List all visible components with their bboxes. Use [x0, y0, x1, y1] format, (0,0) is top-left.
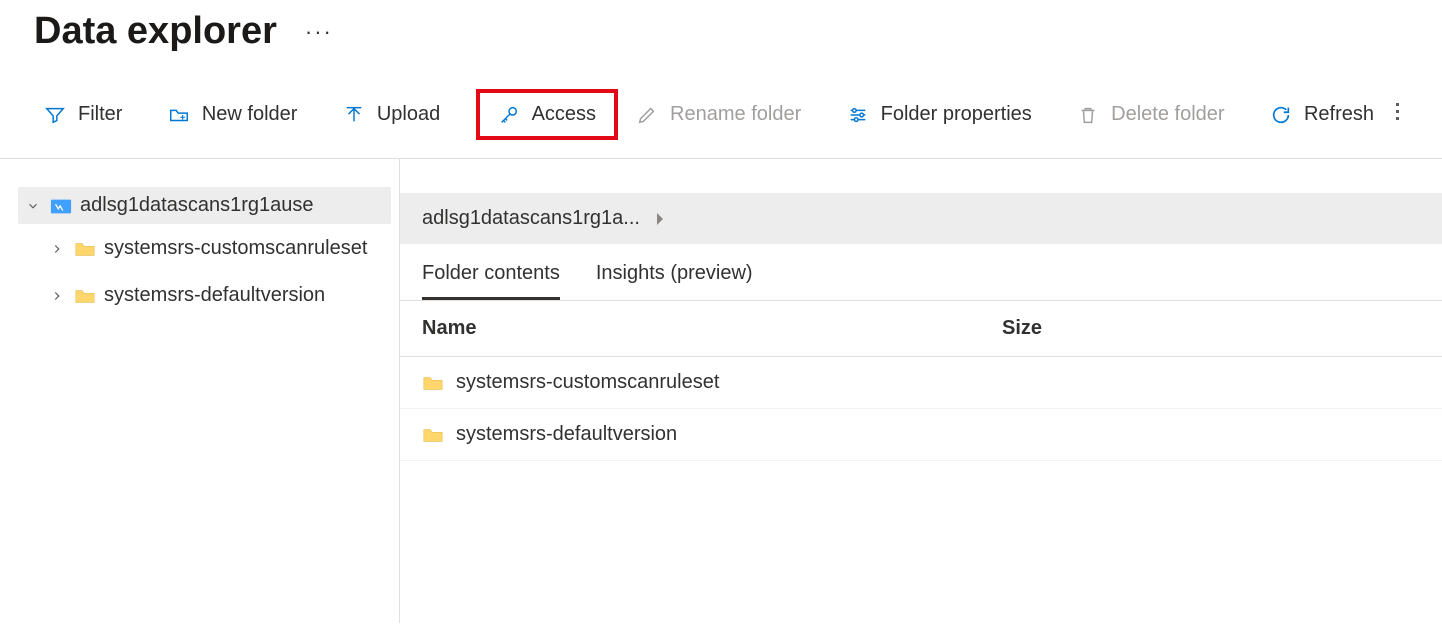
content-panel: adlsg1datascans1rg1a... Folder contents … [400, 159, 1442, 623]
refresh-icon [1270, 104, 1292, 126]
new-folder-button[interactable]: New folder [158, 97, 308, 132]
upload-label: Upload [377, 103, 440, 126]
pencil-icon [636, 104, 658, 126]
chevron-right-icon [654, 211, 666, 227]
refresh-label: Refresh [1304, 103, 1374, 126]
rename-folder-button: Rename folder [626, 97, 811, 132]
more-actions-button[interactable]: ··· [305, 19, 333, 45]
folder-contents-table: Name Size systemsrs-customscanruleset sy… [400, 301, 1442, 461]
new-folder-label: New folder [202, 103, 298, 126]
new-folder-icon [168, 104, 190, 126]
table-row[interactable]: systemsrs-customscanruleset [400, 357, 1442, 409]
breadcrumb: adlsg1datascans1rg1a... [400, 193, 1442, 244]
column-header-name[interactable]: Name [422, 317, 1002, 340]
filter-label: Filter [78, 103, 122, 126]
folder-icon [74, 239, 96, 259]
tree-node-child[interactable]: systemsrs-defaultversion [42, 277, 391, 314]
page-title: Data explorer [34, 10, 277, 53]
filter-button[interactable]: Filter [34, 97, 132, 132]
chevron-right-icon [50, 242, 66, 256]
table-row[interactable]: systemsrs-defaultversion [400, 409, 1442, 461]
table-header: Name Size [400, 301, 1442, 357]
storage-icon [50, 196, 72, 216]
access-label: Access [532, 103, 596, 126]
chevron-right-icon [50, 289, 66, 303]
upload-icon [343, 104, 365, 126]
folder-icon [422, 373, 444, 393]
rename-folder-label: Rename folder [670, 103, 801, 126]
folder-properties-label: Folder properties [881, 103, 1032, 126]
key-icon [498, 104, 520, 126]
tree-node-root[interactable]: adlsg1datascans1rg1ause [18, 187, 391, 224]
tree-node-root-label: adlsg1datascans1rg1ause [80, 193, 383, 218]
tree-node-child-label: systemsrs-customscanruleset [104, 236, 383, 261]
row-name: systemsrs-customscanruleset [456, 371, 1024, 394]
trash-icon [1077, 104, 1099, 126]
tree-panel: adlsg1datascans1rg1ause systemsrs-custom… [0, 159, 400, 623]
toolbar-overflow-button[interactable] [1392, 101, 1408, 129]
tab-folder-contents[interactable]: Folder contents [422, 262, 560, 300]
delete-folder-label: Delete folder [1111, 103, 1224, 126]
sliders-icon [847, 104, 869, 126]
tree-node-child-label: systemsrs-defaultversion [104, 283, 383, 308]
tree-node-child[interactable]: systemsrs-customscanruleset [42, 230, 391, 267]
folder-icon [422, 425, 444, 445]
folder-icon [74, 286, 96, 306]
filter-icon [44, 104, 66, 126]
breadcrumb-item[interactable]: adlsg1datascans1rg1a... [422, 207, 640, 230]
row-name: systemsrs-defaultversion [456, 423, 1024, 446]
chevron-down-icon [26, 199, 42, 213]
toolbar: Filter New folder Upload Access Rename f… [0, 61, 1442, 159]
column-header-size[interactable]: Size [1002, 317, 1420, 340]
delete-folder-button: Delete folder [1067, 97, 1234, 132]
upload-button[interactable]: Upload [333, 97, 450, 132]
tab-insights[interactable]: Insights (preview) [596, 262, 753, 300]
refresh-button[interactable]: Refresh [1260, 97, 1384, 132]
tabs: Folder contents Insights (preview) [400, 244, 1442, 301]
folder-properties-button[interactable]: Folder properties [837, 97, 1042, 132]
access-button[interactable]: Access [476, 89, 618, 140]
